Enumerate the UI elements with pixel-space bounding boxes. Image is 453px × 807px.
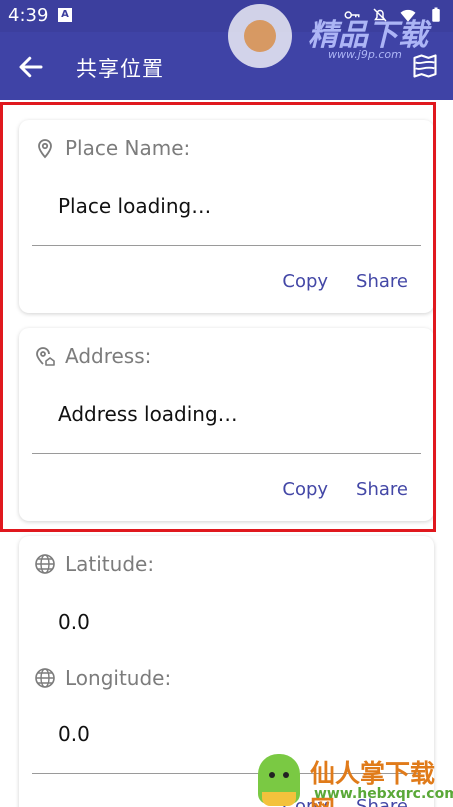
longitude-value: 0.0 bbox=[58, 722, 90, 746]
screen: 4:39 A 共享位置 精品下载 www.j9p.com Place Name:… bbox=[0, 0, 453, 807]
cactus-eye-left bbox=[269, 772, 275, 778]
longitude-label: Longitude: bbox=[65, 666, 172, 690]
cactus-pot bbox=[262, 792, 296, 806]
arrow-left-icon[interactable] bbox=[16, 52, 46, 82]
cactus-eye-right bbox=[283, 772, 289, 778]
globe-icon bbox=[35, 554, 55, 574]
watermark-logo-center bbox=[244, 20, 276, 52]
page-title: 共享位置 bbox=[76, 57, 164, 81]
content-area: Place Name: Place loading… Copy Share Ad… bbox=[0, 100, 453, 807]
notification-icon: A bbox=[58, 8, 72, 22]
longitude-header: Longitude: bbox=[33, 666, 171, 690]
watermark-bottom-url: www.hebxqrc.com bbox=[314, 786, 453, 802]
latitude-header: Latitude: bbox=[33, 552, 154, 576]
watermark-top: 精品下载 www.j9p.com bbox=[224, 4, 453, 76]
latitude-label: Latitude: bbox=[65, 552, 155, 576]
watermark-url: www.j9p.com bbox=[328, 48, 402, 61]
status-time: 4:39 bbox=[8, 5, 49, 26]
latitude-value: 0.0 bbox=[58, 610, 90, 634]
highlight-box bbox=[0, 102, 436, 532]
globe-icon bbox=[35, 668, 55, 688]
watermark-bottom: 仙人掌下载网 www.hebxqrc.com bbox=[252, 748, 453, 807]
